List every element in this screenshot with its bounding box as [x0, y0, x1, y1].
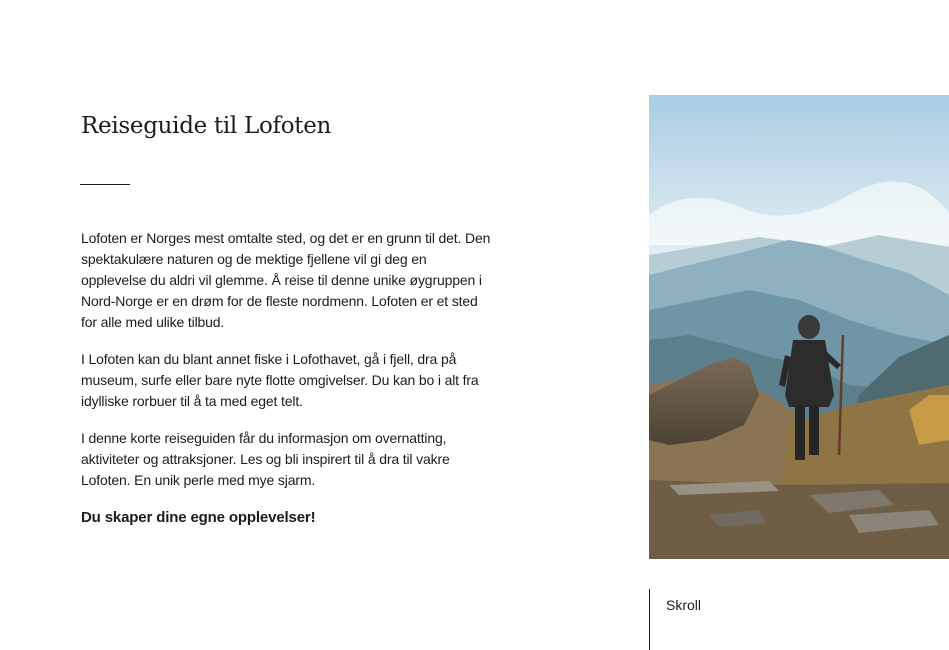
tagline: Du skaper dine egne opplevelser!: [81, 509, 316, 526]
intro-paragraph: Lofoten er Norges mest omtalte sted, og …: [81, 230, 491, 330]
scroll-indicator-line: [649, 589, 650, 650]
page: Reiseguide til Lofoten Lofoten er Norges…: [0, 0, 949, 650]
page-title: Reiseguide til Lofoten: [81, 113, 332, 139]
title-divider: [80, 184, 130, 185]
intro-text: Lofoten er Norges mest omtalte sted, og …: [81, 228, 491, 544]
intro-paragraph: I denne korte reiseguiden får du informa…: [81, 430, 450, 488]
scroll-label[interactable]: Skroll: [666, 597, 701, 613]
hero-image: [649, 95, 949, 559]
intro-paragraph: I Lofoten kan du blant annet fiske i Lof…: [81, 351, 479, 409]
